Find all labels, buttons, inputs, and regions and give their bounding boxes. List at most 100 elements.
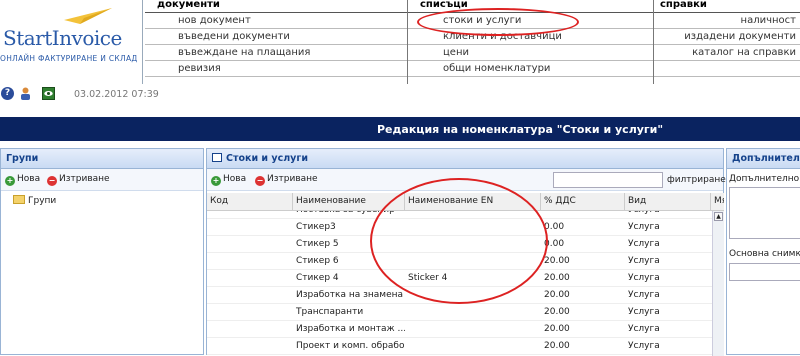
menu-references: справки наличност издадени документи кат…: [654, 0, 800, 84]
cell-code: [207, 287, 293, 304]
menu-item-new-document[interactable]: нов документ: [145, 13, 407, 29]
cell-vat: 0.00: [544, 239, 565, 249]
grid-icon: [212, 153, 222, 162]
highlight-oval-menu: [417, 8, 579, 36]
help-icon[interactable]: ?: [1, 87, 14, 100]
additional-panel-title: Допълнителни: [727, 149, 800, 169]
additional-field-label: Допълнително: [729, 174, 800, 184]
goods-delete-label: Изтриване: [267, 174, 318, 184]
cell-code: [207, 270, 293, 287]
folder-icon: [13, 195, 25, 204]
tree-node-label: Групи: [28, 196, 57, 206]
page-title: Редакция на номенклатура "Стоки и услуги…: [377, 123, 664, 136]
table-row[interactable]: Проект и комп. обрабо... 20.00 Услуга: [207, 338, 712, 355]
cell-code: [207, 211, 293, 219]
plus-icon: +: [211, 176, 221, 186]
cell-name: Проект и комп. обрабо...: [296, 341, 405, 351]
groups-panel: Групи + Нова − Изтриване Групи: [0, 148, 204, 355]
plus-icon: +: [5, 176, 15, 186]
menu-item-issued-documents[interactable]: издадени документи: [654, 29, 800, 45]
cell-vat: 20.00: [544, 273, 570, 283]
table-row[interactable]: Изработка и монтаж ... 20.00 Услуга: [207, 321, 712, 338]
cell-vat: 20.00: [544, 324, 570, 334]
menu-item-availability[interactable]: наличност: [654, 13, 800, 29]
col-type[interactable]: Вид: [625, 193, 711, 211]
cell-type: Услуга: [628, 341, 660, 351]
cell-vat: 20.00: [544, 307, 570, 317]
groups-delete-button[interactable]: − Изтриване: [47, 174, 110, 186]
cell-code: [207, 338, 293, 355]
cell-type: Услуга: [628, 239, 660, 249]
paper-plane-icon: [64, 8, 112, 24]
cell-name: Изработка на знамена: [296, 290, 404, 300]
app-logo[interactable]: StartInvoice ОНЛАЙН ФАКТУРИРАНЕ И СКЛАД: [0, 0, 143, 84]
cell-code: [207, 253, 293, 270]
menu-item-enter-payments[interactable]: въвеждане на плащания: [145, 45, 407, 61]
user-icon[interactable]: [19, 87, 32, 100]
cell-type: Услуга: [628, 324, 660, 334]
filter-label: филтриране: [667, 175, 726, 185]
cell-type: Услуга: [628, 256, 660, 266]
cell-type: Услуга: [628, 307, 660, 317]
minus-icon: −: [255, 176, 265, 186]
menu-documents-header: документи: [145, 0, 407, 13]
menu-documents: документи нов документ въведени документ…: [145, 0, 408, 84]
additional-panel: Допълнителни Допълнително Основна снимка: [726, 148, 800, 355]
cell-vat: 20.00: [544, 256, 570, 266]
cell-name: Изработка и монтаж ...: [296, 324, 405, 334]
goods-panel-header: Стоки и услуги: [207, 149, 723, 169]
highlight-oval-name-en: [370, 178, 548, 304]
goods-panel-title: Стоки и услуги: [226, 153, 308, 164]
cell-vat: 20.00: [544, 290, 570, 300]
main-image-label: Основна снимка: [729, 249, 800, 259]
cell-code: [207, 321, 293, 338]
groups-delete-label: Изтриване: [59, 174, 110, 184]
menu-references-header: справки: [654, 0, 800, 13]
minus-icon: −: [47, 176, 57, 186]
cell-type: Услуга: [628, 290, 660, 300]
page-title-bar: Редакция на номенклатура "Стоки и услуги…: [0, 117, 800, 141]
additional-textarea[interactable]: [729, 187, 800, 239]
cell-code: [207, 236, 293, 253]
menu-item-report-catalog[interactable]: каталог на справки: [654, 45, 800, 61]
menu-item-prices[interactable]: цени: [408, 45, 653, 61]
status-bar: ? 03.02.2012 07:39: [0, 86, 800, 102]
cell-name-en: [405, 304, 541, 321]
cell-vat: [541, 211, 625, 219]
tree-node-groups[interactable]: Групи: [13, 195, 56, 206]
menu-item-revision[interactable]: ревизия: [145, 61, 407, 77]
cell-name: Транспаранти: [296, 307, 364, 317]
goods-new-button[interactable]: + Нова: [211, 174, 246, 186]
goods-delete-button[interactable]: − Изтриване: [255, 174, 318, 186]
cell-code: [207, 304, 293, 321]
menu-item-general-nomenclatures[interactable]: общи номенклатури: [408, 61, 653, 77]
groups-tree: Групи: [13, 195, 56, 206]
cell-vat: 0.00: [544, 222, 565, 232]
eye-icon[interactable]: [42, 87, 55, 100]
current-datetime: 03.02.2012 07:39: [74, 89, 159, 100]
cell-name-en: [405, 321, 541, 338]
col-code[interactable]: Код: [207, 193, 293, 211]
groups-panel-title: Групи: [1, 149, 203, 169]
groups-toolbar: + Нова − Изтриване: [1, 169, 203, 191]
logo-name: StartInvoice: [3, 26, 122, 50]
scroll-up-icon[interactable]: ▲: [714, 212, 723, 221]
cell-type: Услуга: [628, 273, 660, 283]
cell-vat: 20.00: [544, 341, 570, 351]
col-vat[interactable]: % ДДС: [541, 193, 625, 211]
groups-new-button[interactable]: + Нова: [5, 174, 40, 186]
groups-new-label: Нова: [17, 174, 41, 184]
cell-code: [207, 219, 293, 236]
main-image-field[interactable]: [729, 263, 800, 281]
goods-scrollbar[interactable]: ▲: [712, 211, 724, 356]
menu-item-empty: [654, 61, 800, 77]
logo-tagline: ОНЛАЙН ФАКТУРИРАНЕ И СКЛАД: [0, 54, 138, 63]
cell-type: Услуга: [625, 211, 711, 219]
goods-new-label: Нова: [223, 174, 247, 184]
cell-type: Услуга: [628, 222, 660, 232]
col-unit[interactable]: Мя: [711, 193, 724, 211]
cell-name-en: [405, 338, 541, 355]
table-row[interactable]: Транспаранти 20.00 Услуга: [207, 304, 712, 321]
menu-item-entered-documents[interactable]: въведени документи: [145, 29, 407, 45]
filter-input[interactable]: [553, 172, 663, 188]
